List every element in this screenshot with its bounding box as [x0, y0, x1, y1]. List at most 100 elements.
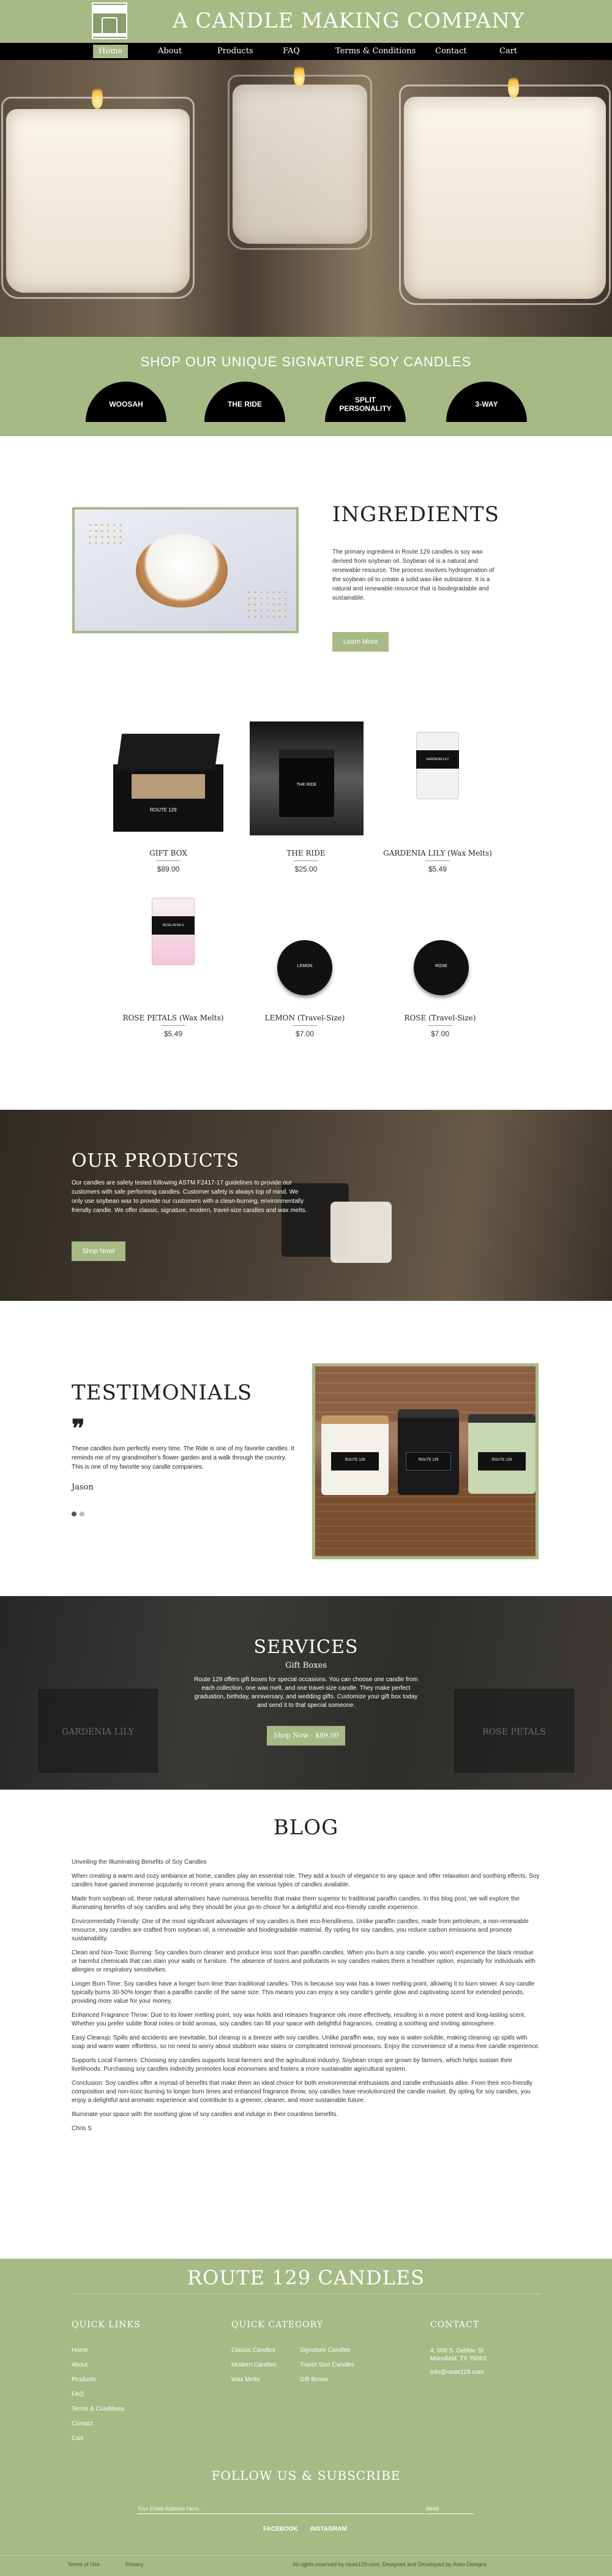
testimonials-title: TESTIMONIALS	[72, 1380, 253, 1405]
blog-paragraph: Supports Local Farmers: Choosing soy can…	[72, 2057, 513, 2073]
nav-item-contact[interactable]: Contact	[435, 47, 467, 56]
footer-link-products[interactable]: Products	[72, 2376, 95, 2383]
copyright: All rights reserved by route129.com, Des…	[293, 2561, 487, 2567]
testimonial-text: These candles burn perfectly every time.…	[72, 1445, 294, 1471]
instagram-link[interactable]: INSTAGRAM	[310, 2526, 347, 2533]
site-footer	[0, 2259, 612, 2576]
quote-icon: ❞	[72, 1415, 85, 1442]
product-price: $5.49	[163, 1030, 183, 1038]
services-subtitle: Gift Boxes	[285, 1661, 327, 1670]
blog-paragraph: When creating a warm and cozy ambiance a…	[72, 1873, 540, 1888]
category-link[interactable]: Classic Candles	[231, 2347, 275, 2354]
product-name[interactable]: LEMON (Travel-Size)	[244, 1014, 366, 1022]
product-price: $89.00	[157, 865, 180, 873]
learn-more-button[interactable]: Learn More	[332, 632, 389, 652]
soy-wax-image	[72, 507, 299, 633]
blog-paragraph: Environmentally Friendly: One of the mos…	[72, 1918, 529, 1942]
product-name[interactable]: GARDENIA LILY (Wax Melts)	[376, 849, 499, 857]
category-link[interactable]: Modern Candles	[231, 2362, 276, 2368]
wax-melt-image[interactable]: ROSE PETALS	[140, 892, 207, 984]
quick-category-title: QUICK CATEGORY	[231, 2320, 324, 2330]
product-name[interactable]: ROSE PETALS (Wax Melts)	[112, 1014, 234, 1022]
blog-paragraph: Clean and Non-Toxic Burning: Soy candles…	[72, 1949, 536, 1973]
navbar	[0, 43, 612, 60]
contact-email[interactable]: info@route129.com	[430, 2369, 483, 2376]
carousel-dot-active[interactable]	[72, 1512, 76, 1516]
shop-now-button[interactable]: Shop Now!	[72, 1241, 125, 1261]
category-link[interactable]: Gift Boxes	[300, 2376, 328, 2383]
testimonial-image: ROUTE 129 ROUTE 129 ROUTE 129	[312, 1363, 539, 1559]
gift-box-image[interactable]: ROUTE 129	[107, 721, 230, 844]
candle-jar-image[interactable]: THE RIDE	[250, 721, 364, 835]
site-title: A CANDLE MAKING COMPANY	[173, 9, 525, 33]
nav-item-faq[interactable]: FAQ	[283, 47, 300, 56]
image-label: ROUTE 129	[418, 1458, 439, 1462]
signature-title: SHOP OUR UNIQUE SIGNATURE SOY CANDLES	[140, 354, 472, 369]
product-name[interactable]: GIFT BOX	[107, 849, 230, 857]
blog-title: BLOG	[273, 1815, 339, 1840]
divider	[0, 2555, 612, 2556]
product-price: $7.00	[430, 1030, 450, 1038]
travel-tin-image[interactable]: ROSE	[411, 937, 472, 998]
nav-item-terms[interactable]: Terms & Conditions	[335, 47, 416, 56]
blog-paragraph: Enhanced Fragrance Throw: Due to its low…	[72, 2012, 526, 2027]
our-products-text: Our candles are safety tested following …	[72, 1180, 307, 1214]
contact-title: CONTACT	[430, 2320, 480, 2330]
terms-link[interactable]: Terms of Use	[67, 2561, 100, 2567]
travel-tin-image[interactable]: LEMON	[274, 937, 335, 998]
nav-item-home[interactable]: Home	[93, 45, 128, 58]
wax-melt-label: GARDENIA LILY	[426, 758, 449, 761]
bg-label: GARDENIA LILY	[61, 1727, 135, 1737]
testimonial-author: Jason	[72, 1483, 94, 1492]
tin-label: LEMON	[297, 964, 313, 968]
image-label: ROUTE 129	[345, 1458, 365, 1462]
privacy-link[interactable]: Privacy	[125, 2561, 144, 2567]
nav-item-cart[interactable]: Cart	[499, 47, 517, 56]
nav-item-about[interactable]: About	[158, 47, 182, 56]
ingredients-text: The primary ingredient in Route 129 cand…	[332, 549, 494, 601]
blog-paragraph: Longer Burn Time: Soy candles have a lon…	[72, 1981, 535, 2005]
services-text: Route 129 offers gift boxes for special …	[194, 1676, 418, 1709]
category-link[interactable]: Signature Candles	[300, 2347, 350, 2354]
category-link[interactable]: Travel Size Candles	[300, 2362, 354, 2368]
footer-link-about[interactable]: About	[72, 2362, 88, 2368]
blog-author: Chris S	[72, 2125, 92, 2132]
product-name[interactable]: THE RIDE	[245, 849, 367, 857]
product-name[interactable]: ROSE (Travel-Size)	[379, 1014, 501, 1022]
send-button[interactable]: Send	[426, 2503, 474, 2514]
product-price: $7.00	[295, 1030, 315, 1038]
gift-box-label: ROUTE 129	[150, 807, 177, 813]
wax-melt-image[interactable]: GARDENIA LILY	[404, 726, 471, 818]
blog-paragraph: Conclusion: Soy candles offer a myriad o…	[72, 2080, 532, 2104]
footer-link-terms[interactable]: Terms & Conditions	[72, 2406, 125, 2412]
footer-link-contact[interactable]: Contact	[72, 2420, 92, 2427]
blog-paragraph: Made from soybean oil, these natural alt…	[72, 1896, 520, 1911]
shop-gift-box-button[interactable]: Shop Now - $89.00	[267, 1726, 345, 1746]
footer-link-home[interactable]: Home	[72, 2347, 88, 2354]
blog-post: Unveiling the Illuminating Benefits of S…	[72, 1858, 540, 2139]
hero-image	[0, 60, 612, 337]
footer-brand: ROUTE 129 CANDLES	[187, 2266, 425, 2289]
follow-title: FOLLOW US & SUBSCRIBE	[211, 2468, 401, 2483]
tin-label: ROSE	[435, 964, 447, 968]
ingredients-title: INGREDIENTS	[332, 502, 499, 527]
wax-melt-label: ROSE PETALS	[162, 924, 184, 927]
footer-link-faq[interactable]: FAQ	[72, 2391, 84, 2398]
our-products-title: OUR PRODUCTS	[72, 1150, 240, 1172]
blog-heading: Unveiling the Illuminating Benefits of S…	[72, 1859, 207, 1866]
candle-label: THE RIDE	[296, 783, 317, 787]
category-link[interactable]: Wax Melts	[231, 2376, 259, 2383]
facebook-link[interactable]: FACEBOOK	[263, 2526, 298, 2533]
carousel-dot[interactable]	[80, 1512, 84, 1516]
bg-label: ROSE PETALS	[482, 1727, 546, 1737]
blog-paragraph: Illuminate your space with the soothing …	[72, 2111, 338, 2118]
contact-address: 4, 000 S. Debbie St Mansfield, TX 76063	[430, 2348, 487, 2362]
email-input[interactable]	[137, 2503, 425, 2514]
product-price: $5.49	[428, 865, 447, 873]
product-price: $25.00	[294, 865, 318, 873]
quick-links-title: QUICK LINKS	[72, 2320, 141, 2330]
logo[interactable]	[92, 2, 127, 39]
nav-item-products[interactable]: Products	[217, 47, 253, 56]
services-title: SERVICES	[253, 1636, 359, 1658]
footer-link-cart[interactable]: Cart	[72, 2435, 83, 2442]
